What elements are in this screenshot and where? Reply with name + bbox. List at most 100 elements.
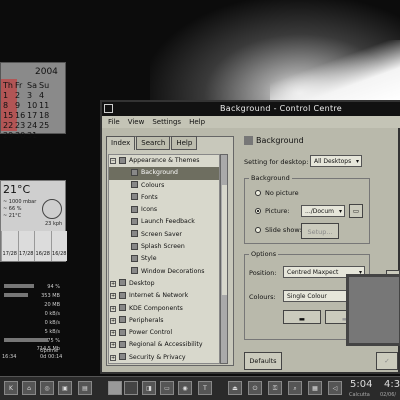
calendar-day[interactable]: 29 [3, 131, 15, 140]
tree-item[interactable]: + Desktop [109, 278, 219, 290]
browse-folder-button[interactable]: ▭ [349, 204, 363, 218]
volume-icon[interactable]: ◁ [328, 381, 342, 395]
taskbar-clock-1[interactable]: 5:04 [350, 379, 372, 390]
tree-scrollbar[interactable] [220, 154, 228, 364]
menu-settings[interactable]: Settings [152, 118, 181, 128]
expand-icon[interactable]: + [110, 305, 116, 312]
calendar-day[interactable]: 24 [27, 121, 39, 130]
slide-show-radio[interactable]: Slide show: [255, 226, 302, 234]
calendar-day[interactable] [51, 131, 63, 140]
calendar-day[interactable] [51, 121, 63, 130]
tree-item[interactable]: + Power Control [109, 327, 219, 339]
weather-widget: 21°C ~ 1000 mbar ~ 66 % ~ 21°C 23 kph 17… [0, 180, 67, 262]
collapse-icon[interactable]: − [110, 158, 116, 164]
window-menu-icon[interactable] [104, 104, 113, 113]
calendar-day[interactable]: 4 [39, 91, 51, 100]
picture-radio[interactable]: Picture: [255, 207, 290, 215]
monitor-icon[interactable]: ▭ [160, 381, 174, 395]
home-icon[interactable]: ⌂ [22, 381, 36, 395]
tree-item[interactable]: Screen Saver [109, 229, 219, 241]
office-icon[interactable]: ▤ [78, 381, 92, 395]
calendar-day[interactable] [51, 111, 63, 120]
calendar-day[interactable]: 23 [15, 121, 27, 130]
expand-icon[interactable]: + [110, 293, 116, 300]
pager-desktop-2[interactable] [124, 381, 138, 395]
module-icon [131, 217, 138, 225]
calendar-day[interactable]: Sa [27, 81, 39, 90]
calendar-day[interactable]: 15 [3, 111, 15, 120]
taskbar-clock-2[interactable]: 4:3 [384, 379, 400, 390]
tab-help[interactable]: Help [171, 136, 198, 150]
tree-item[interactable]: Icons [109, 204, 219, 216]
calendar-day[interactable]: 8 [3, 101, 15, 110]
tree-item[interactable]: Launch Feedback [109, 216, 219, 228]
terminal-icon[interactable]: ▣ [58, 381, 72, 395]
calendar-day[interactable]: 30 [15, 131, 27, 140]
no-picture-radio[interactable]: No picture [255, 189, 299, 197]
calendar-day[interactable]: 22 [3, 121, 15, 130]
tree-item[interactable]: Style [109, 253, 219, 265]
scrollbar-thumb[interactable] [222, 185, 227, 295]
colours-select-value: Single Colour [287, 293, 327, 300]
calendar-day[interactable]: Fr [15, 81, 27, 90]
expand-icon[interactable]: + [110, 280, 116, 287]
tree-item[interactable]: Colours [109, 180, 219, 192]
calendar-day[interactable]: Su [39, 81, 51, 90]
setup-button[interactable]: Setup... [301, 223, 339, 239]
tree-item[interactable]: Splash Screen [109, 241, 219, 253]
power-icon[interactable]: ⏻ [248, 381, 262, 395]
tree-item[interactable]: Fonts [109, 192, 219, 204]
expand-icon[interactable]: + [110, 330, 116, 337]
menu-view[interactable]: View [128, 118, 145, 128]
tree-item[interactable]: Background [109, 167, 219, 180]
calendar-day[interactable]: 9 [15, 101, 27, 110]
pager-desktop-1[interactable] [108, 381, 122, 395]
calendar-day[interactable] [39, 131, 51, 140]
calendar-day[interactable]: 16 [15, 111, 27, 120]
expand-icon[interactable]: + [110, 342, 116, 349]
picture-path-select[interactable]: .../Docum ▾ [301, 205, 345, 217]
tree-item-label: Fonts [141, 193, 158, 201]
calendar-day[interactable] [51, 81, 63, 90]
tree-item[interactable]: + Internet & Network [109, 290, 219, 302]
clipboard-icon[interactable]: ▦ [308, 381, 322, 395]
network-icon[interactable]: ◉ [178, 381, 192, 395]
calendar-day[interactable] [51, 91, 63, 100]
calendar-day[interactable]: 25 [39, 121, 51, 130]
calendar-day[interactable]: 11 [39, 101, 51, 110]
calendar-day[interactable]: Th [3, 81, 15, 90]
calendar-day[interactable]: 1 [3, 91, 15, 100]
calendar-day[interactable]: 17 [27, 111, 39, 120]
tab-search[interactable]: Search [136, 136, 171, 150]
tree-item[interactable]: + Peripherals [109, 315, 219, 327]
calendar-day[interactable]: 31 [27, 131, 39, 140]
calendar-day[interactable]: 10 [27, 101, 39, 110]
tab-index[interactable]: Index [106, 136, 136, 150]
disk-bar [4, 338, 48, 342]
tree-item[interactable]: + Regional & Accessibility [109, 339, 219, 351]
eject-icon[interactable]: ⏏ [228, 381, 242, 395]
calendar-day[interactable]: 18 [39, 111, 51, 120]
window-titlebar[interactable]: Background - Control Centre [102, 102, 400, 116]
tree-item[interactable]: + Security & Privacy [109, 352, 219, 363]
tree-item[interactable]: − Appearance & Themes [109, 155, 219, 167]
desktop-select[interactable]: All Desktops ▾ [310, 155, 362, 167]
menu-help[interactable]: Help [189, 118, 205, 128]
lock-icon[interactable]: ⚿ [268, 381, 282, 395]
search-icon[interactable]: ⌕ [288, 381, 302, 395]
menu-file[interactable]: File [108, 118, 120, 128]
module-icon [131, 242, 138, 250]
tex-icon[interactable]: T [198, 381, 212, 395]
calendar-day[interactable] [51, 101, 63, 110]
primary-colour-button[interactable]: ▬ [283, 310, 321, 324]
system-tray-icon[interactable]: ◨ [142, 381, 156, 395]
calendar-day[interactable]: 3 [27, 91, 39, 100]
tree-item[interactable]: + KDE Components [109, 303, 219, 315]
tree-item[interactable]: Window Decorations [109, 266, 219, 278]
defaults-button[interactable]: Defaults [244, 352, 282, 370]
calendar-day[interactable]: 2 [15, 91, 27, 100]
browser-icon[interactable]: ◎ [40, 381, 54, 395]
kmenu-icon[interactable]: K [4, 381, 18, 395]
expand-icon[interactable]: + [110, 317, 116, 324]
expand-icon[interactable]: + [110, 354, 116, 361]
